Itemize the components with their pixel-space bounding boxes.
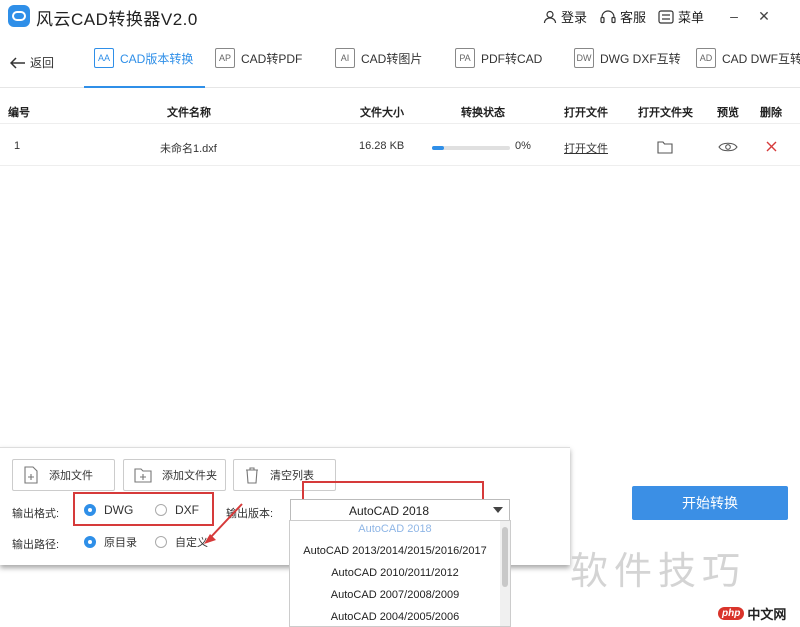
tab-cad-to-pdf[interactable]: AP CAD转PDF: [215, 48, 302, 88]
add-file-button[interactable]: 添加文件: [12, 459, 115, 491]
row-file-name: 未命名1.dxf: [160, 143, 217, 155]
col-delete: 删除: [760, 107, 782, 119]
headset-icon: [600, 9, 616, 23]
add-folder-button[interactable]: 添加文件夹: [123, 459, 226, 491]
col-preview: 预览: [717, 107, 739, 119]
version-dropdown-list: AutoCAD 2018 AutoCAD 2013/2014/2015/2016…: [289, 520, 511, 627]
start-convert-button[interactable]: 开始转换: [632, 486, 788, 520]
format-highlight-box: [73, 492, 214, 526]
col-number: 编号: [8, 107, 30, 119]
output-path-label: 输出路径:: [12, 539, 60, 551]
dropdown-scrollbar[interactable]: [500, 521, 510, 626]
version-option[interactable]: AutoCAD 2004/2005/2006: [290, 611, 500, 623]
version-option[interactable]: AutoCAD 2010/2011/2012: [290, 567, 500, 579]
close-icon: [766, 141, 777, 152]
table-row: 1 未命名1.dxf 16.28 KB 0% 打开文件: [0, 132, 800, 166]
eye-icon: [718, 142, 738, 152]
customer-service-button[interactable]: 客服: [600, 7, 646, 26]
add-folder-icon: [134, 468, 152, 483]
output-format-label: 输出格式:: [12, 508, 60, 520]
cad-dwf-icon: AD: [696, 48, 716, 68]
tab-cad-version-convert[interactable]: AA CAD版本转换: [84, 48, 206, 88]
close-window-button[interactable]: ✕: [752, 4, 776, 28]
progress-fill: [432, 146, 444, 150]
pdf-cad-icon: PA: [455, 48, 475, 68]
version-option[interactable]: AutoCAD 2018: [290, 523, 500, 535]
folder-icon: [657, 141, 673, 154]
site-logo: php 中文网: [718, 604, 787, 623]
add-file-icon: [24, 466, 38, 484]
back-button[interactable]: 返回: [10, 54, 54, 71]
delete-button[interactable]: [766, 141, 777, 155]
col-status: 转换状态: [461, 107, 505, 119]
tab-cad-to-image[interactable]: AI CAD转图片: [335, 48, 422, 88]
col-open-file: 打开文件: [564, 107, 608, 119]
login-button[interactable]: 登录: [543, 7, 587, 26]
user-icon: [543, 10, 557, 23]
app-title: 风云CAD转换器V2.0: [36, 10, 198, 29]
tab-pdf-to-cad[interactable]: PA PDF转CAD: [455, 48, 542, 88]
cad-version-icon: AA: [94, 48, 114, 68]
title-bar: 风云CAD转换器V2.0 登录 客服 菜单 – ✕: [0, 0, 800, 32]
menu-button[interactable]: 菜单: [658, 7, 704, 26]
row-file-size: 16.28 KB: [359, 140, 405, 152]
app-logo-icon: [8, 5, 30, 27]
menu-icon: [658, 9, 674, 24]
version-option[interactable]: AutoCAD 2007/2008/2009: [290, 589, 500, 601]
cad-image-icon: AI: [335, 48, 355, 68]
row-progress-text: 0%: [515, 140, 531, 152]
dwg-dxf-icon: DW: [574, 48, 594, 68]
output-version-select[interactable]: AutoCAD 2018: [290, 499, 510, 521]
conversion-progress-bar: [432, 146, 510, 150]
minimize-button[interactable]: –: [722, 4, 746, 28]
trash-icon: [246, 467, 258, 484]
version-selected-value: AutoCAD 2018: [348, 504, 430, 518]
tab-cad-dwf-convert[interactable]: AD CAD DWF互转: [696, 48, 800, 88]
cad-pdf-icon: AP: [215, 48, 235, 68]
annotation-arrow-icon: [204, 503, 243, 544]
version-option[interactable]: AutoCAD 2013/2014/2015/2016/2017: [290, 545, 500, 557]
tab-dwg-dxf-convert[interactable]: DW DWG DXF互转: [574, 48, 681, 88]
col-file-size: 文件大小: [360, 107, 404, 119]
row-number: 1: [14, 140, 21, 152]
file-table-header: 编号 文件名称 文件大小 转换状态 打开文件 打开文件夹 预览 删除: [0, 96, 800, 124]
arrow-left-icon: [10, 56, 25, 69]
open-folder-button[interactable]: [657, 140, 673, 157]
open-file-link[interactable]: 打开文件: [564, 140, 608, 156]
col-open-folder: 打开文件夹: [638, 107, 693, 119]
watermark-text: 软件技巧: [570, 549, 747, 593]
path-original-radio[interactable]: 原目录: [84, 534, 137, 550]
preview-button[interactable]: [718, 141, 738, 156]
function-tab-bar: 返回 AA CAD版本转换 AP CAD转PDF AI CAD转图片 PA PD…: [0, 38, 800, 88]
col-file-name: 文件名称: [167, 107, 211, 119]
chevron-down-icon: [493, 507, 503, 513]
